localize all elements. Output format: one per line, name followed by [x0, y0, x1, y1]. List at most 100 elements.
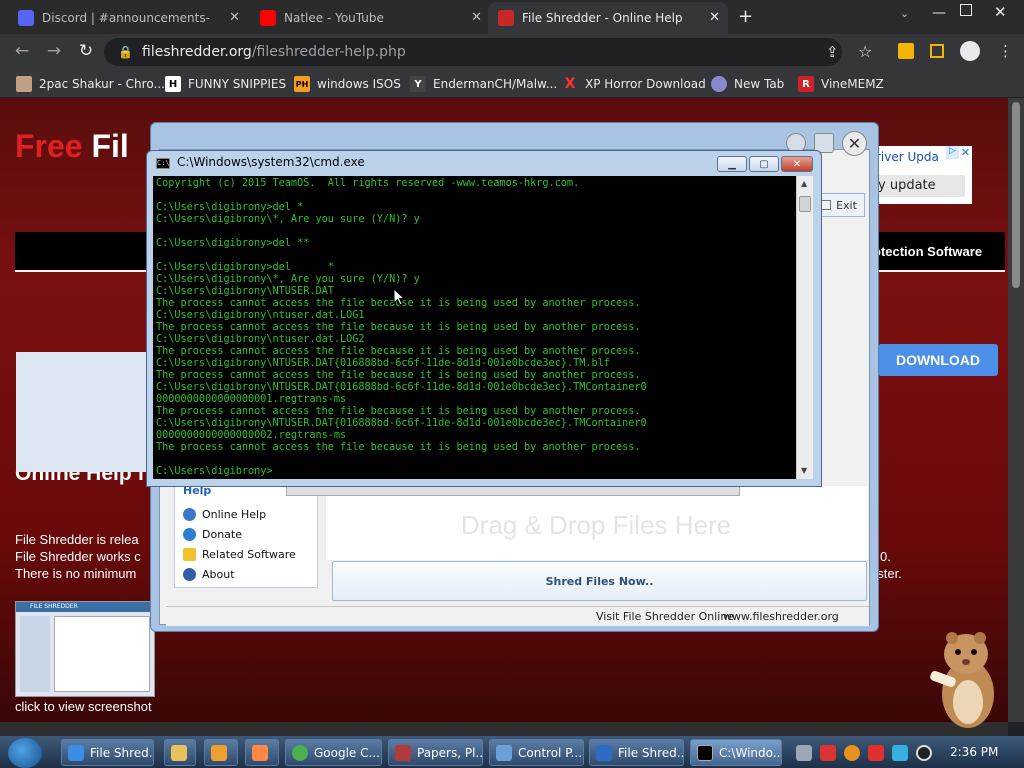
- tray-icon[interactable]: [820, 745, 836, 761]
- close-icon[interactable]: ✕: [781, 156, 813, 172]
- close-icon[interactable]: ✕: [842, 131, 867, 156]
- scroll-thumb[interactable]: [1012, 102, 1020, 288]
- profile-avatar[interactable]: [960, 41, 980, 61]
- console-output[interactable]: Copyright (c) 2015 TeamOS. All rights re…: [153, 176, 796, 479]
- taskbar-item[interactable]: [204, 739, 238, 766]
- menu-about[interactable]: About: [183, 568, 235, 581]
- menu-icon[interactable]: ⋮: [998, 42, 1013, 60]
- site-logo-title[interactable]: Free Fil: [15, 128, 129, 165]
- taskbar-item[interactable]: File Shred...: [589, 739, 684, 766]
- vertical-scrollbar[interactable]: ▲ ▼: [796, 176, 813, 479]
- drop-zone[interactable]: Drag & Drop Files Here: [326, 490, 866, 560]
- bookmark-item[interactable]: H FUNNY SNIPPIES: [165, 74, 286, 94]
- reload-icon[interactable]: ↻: [74, 41, 98, 61]
- bookmark-label: 2pac Shakur - Chro...: [39, 77, 165, 91]
- address-bar[interactable]: 🔒 fileshredder.org/fileshredder-help.php: [104, 38, 842, 66]
- maximize-icon[interactable]: ▢: [749, 156, 779, 172]
- menu-related-software[interactable]: Related Software: [183, 548, 296, 561]
- ad-button[interactable]: y update: [868, 175, 965, 197]
- taskbar-item[interactable]: Papers, Pl...: [388, 739, 483, 766]
- nav-item-protection-software[interactable]: otection Software: [873, 244, 982, 259]
- console-line: C:\Users\digibrony\*, Are you sure (Y/N)…: [156, 274, 420, 285]
- tray-icon[interactable]: [916, 745, 932, 761]
- tray-icon[interactable]: [868, 745, 884, 761]
- tray-icon[interactable]: [796, 745, 812, 761]
- bookmark-item[interactable]: PH windows ISOS: [294, 74, 401, 94]
- restore-icon[interactable]: [960, 4, 972, 16]
- new-tab-icon[interactable]: +: [738, 6, 753, 27]
- console-line: Copyright (c) 2015 TeamOS. All rights re…: [156, 178, 580, 189]
- bookmark-label: windows ISOS: [317, 77, 401, 91]
- taskbar-item[interactable]: Google C...: [285, 739, 382, 766]
- star-icon: [183, 548, 196, 561]
- tab-file-shredder[interactable]: File Shredder - Online Help ✕: [488, 2, 728, 34]
- side-panel-icon[interactable]: [930, 44, 944, 58]
- taskbar-item[interactable]: [164, 739, 196, 766]
- tray-icon[interactable]: [892, 745, 908, 761]
- close-window-icon[interactable]: ✕: [994, 3, 1007, 21]
- bookmark-item[interactable]: X XP Horror Download: [562, 74, 706, 94]
- media-player-icon: [211, 744, 227, 761]
- taskbar-item[interactable]: File Shred...: [61, 739, 154, 766]
- page-horizontal-scrollbar[interactable]: [0, 722, 1008, 736]
- website-link[interactable]: www.fileshredder.org: [723, 610, 839, 623]
- close-icon[interactable]: ✕: [471, 10, 482, 25]
- scroll-thumb[interactable]: [799, 196, 811, 212]
- title-word-file: Fil: [91, 128, 129, 164]
- taskbar-label: Papers, Pl...: [417, 745, 483, 760]
- bookmark-item[interactable]: R VineMEMZ: [798, 74, 884, 94]
- menu-donate[interactable]: Donate: [183, 528, 242, 541]
- download-button[interactable]: DOWNLOAD: [878, 344, 998, 376]
- visit-link[interactable]: Visit File Shredder Online: [596, 610, 734, 623]
- shred-files-button[interactable]: Shred Files Now..: [332, 561, 867, 601]
- taskbar-item[interactable]: [245, 739, 279, 766]
- minimize-icon[interactable]: —: [932, 5, 946, 21]
- clock[interactable]: 2:36 PM: [950, 745, 998, 759]
- extensions-icon[interactable]: [898, 43, 914, 59]
- scroll-up-icon[interactable]: ▲: [801, 179, 807, 188]
- share-icon[interactable]: ⇪: [826, 43, 839, 61]
- forward-icon[interactable]: →: [42, 41, 66, 61]
- tray-icon[interactable]: [844, 745, 860, 761]
- bookmark-label: EndermanCH/Malw...: [433, 77, 558, 91]
- ad-text[interactable]: river Upda: [876, 150, 939, 164]
- ad-close-icon[interactable]: ✕: [959, 146, 972, 159]
- bookmark-item[interactable]: 2pac Shakur - Chro...: [16, 74, 165, 94]
- bookmark-item[interactable]: Y EndermanCH/Malw...: [410, 74, 557, 94]
- tab-title: Natlee - YouTube: [284, 11, 384, 25]
- console-line: C:\Users\digibrony>del **: [156, 238, 310, 249]
- screenshot-thumbnail[interactable]: FILE SHREDDER: [15, 601, 155, 697]
- tab-title: Discord | #announcements-: [42, 11, 210, 25]
- horizontal-scrollbar[interactable]: [286, 486, 740, 496]
- console-line: The process cannot access the file becau…: [156, 370, 641, 381]
- close-icon[interactable]: ✕: [229, 10, 240, 25]
- info-icon: [183, 568, 196, 581]
- menu-online-help[interactable]: Online Help: [183, 508, 266, 521]
- taskbar-item[interactable]: C:\Windo...: [690, 739, 782, 766]
- start-button[interactable]: [8, 738, 42, 768]
- bookmark-star-icon[interactable]: ☆: [858, 42, 872, 61]
- cmd-window[interactable]: C:\ C:\Windows\system32\cmd.exe ▁ ▢ ✕ Co…: [146, 150, 822, 487]
- close-icon[interactable]: ✕: [709, 10, 720, 25]
- thumb-sidebar: [20, 616, 50, 692]
- y-logo-icon: Y: [410, 76, 426, 92]
- console-line: The process cannot access the file becau…: [156, 298, 641, 309]
- scroll-down-icon[interactable]: ▼: [801, 466, 807, 475]
- bookmark-label: XP Horror Download: [585, 77, 706, 91]
- back-icon[interactable]: ←: [10, 41, 34, 61]
- console-line: C:\Users\digibrony\NTUSER.DAT{016888bd-6…: [156, 418, 647, 429]
- thumbnail-caption[interactable]: click to view screenshot: [15, 699, 152, 714]
- minimize-icon[interactable]: ▁: [717, 156, 747, 172]
- tab-discord[interactable]: Discord | #announcements- ✕: [8, 2, 248, 34]
- h-logo-icon: H: [165, 76, 181, 92]
- control-panel-icon: [496, 744, 512, 761]
- tab-search-icon[interactable]: ⌄: [900, 7, 909, 20]
- ad-choices-icon[interactable]: ▷: [946, 146, 959, 159]
- advertisement[interactable]: river Upda ▷ ✕ y update: [868, 146, 972, 204]
- bookmark-item[interactable]: New Tab: [711, 74, 784, 94]
- taskbar-item[interactable]: Control P...: [489, 739, 584, 766]
- tab-youtube[interactable]: Natlee - YouTube ✕: [250, 2, 490, 34]
- bookmark-label: New Tab: [734, 77, 785, 91]
- page-vertical-scrollbar[interactable]: [1008, 98, 1024, 722]
